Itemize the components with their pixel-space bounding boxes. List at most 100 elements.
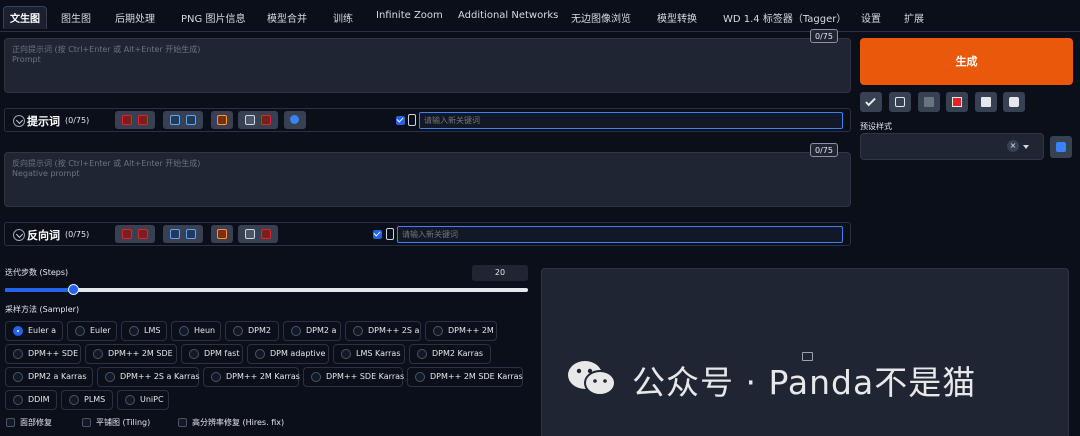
- tab-train[interactable]: 训练: [333, 10, 353, 25]
- sampler-option[interactable]: DPM++ SDE Karras: [303, 367, 404, 387]
- tiling-checkbox[interactable]: [82, 418, 91, 427]
- tab-extensions[interactable]: 扩展: [904, 10, 924, 25]
- copy-negative-tags-button[interactable]: [163, 225, 203, 243]
- radio-icon: [69, 395, 79, 405]
- sampler-option[interactable]: PLMS: [61, 390, 113, 410]
- prompt-placeholder-en: Prompt: [12, 55, 41, 64]
- output-gallery[interactable]: [541, 268, 1069, 436]
- radio-icon: [93, 349, 103, 359]
- negative-keyword-search-input[interactable]: [397, 226, 843, 243]
- sampler-option[interactable]: DPM++ SDE: [5, 344, 81, 364]
- styles-dropdown[interactable]: ×: [860, 133, 1044, 160]
- read-params-button[interactable]: [860, 92, 882, 112]
- favorite-tags-button[interactable]: [238, 111, 278, 129]
- tab-checkpoint-merger[interactable]: 模型合并: [267, 10, 307, 25]
- trash-button[interactable]: [918, 92, 940, 112]
- steps-number-input[interactable]: 20: [472, 265, 528, 281]
- radio-icon: [433, 326, 443, 336]
- tab-additional-networks[interactable]: Additional Networks: [458, 10, 558, 21]
- negative-prompt-placeholder-en: Negative prompt: [12, 169, 80, 178]
- radio-icon: [353, 326, 363, 336]
- hires-fix-label: 高分辨率修复 (Hires. fix): [192, 418, 285, 427]
- sampler-option[interactable]: DPM2 a: [283, 321, 341, 341]
- radio-icon: [417, 349, 427, 359]
- tab-infinite-zoom[interactable]: Infinite Zoom: [376, 10, 443, 21]
- steps-slider[interactable]: [5, 284, 528, 295]
- keyword-search-checkbox[interactable]: [396, 116, 405, 125]
- sampler-option[interactable]: Heun: [171, 321, 221, 341]
- prompt-textarea[interactable]: 正向提示词 (按 Ctrl+Enter 或 Alt+Enter 开始生成) Pr…: [4, 38, 851, 93]
- tab-img2img[interactable]: 图生图: [61, 10, 91, 25]
- chevron-down-icon[interactable]: [13, 115, 25, 127]
- tab-txt2img[interactable]: 文生图: [3, 6, 47, 29]
- tab-extras[interactable]: 后期处理: [115, 10, 155, 25]
- steps-slider-thumb[interactable]: [67, 284, 79, 295]
- radio-icon: [13, 372, 23, 382]
- sampler-option[interactable]: UniPC: [117, 390, 169, 410]
- save-style-button[interactable]: [1003, 92, 1025, 112]
- tab-tagger[interactable]: WD 1.4 标签器（Tagger）: [723, 10, 846, 25]
- show-extra-networks-button[interactable]: [946, 92, 968, 112]
- negative-history-button[interactable]: [211, 225, 233, 243]
- paste-button[interactable]: [889, 92, 911, 112]
- sampler-option[interactable]: DPM++ 2M Karras: [203, 367, 300, 387]
- radio-icon: [291, 326, 301, 336]
- check-icon: [865, 95, 876, 107]
- radio-icon: [13, 395, 23, 405]
- clear-icon[interactable]: ×: [1007, 140, 1019, 152]
- sampler-option[interactable]: DPM++ 2M SDE Karras: [407, 367, 523, 387]
- sampler-option[interactable]: LMS Karras: [333, 344, 405, 364]
- chevron-down-icon[interactable]: [13, 229, 25, 241]
- prompt-token-counter: 0/75: [810, 29, 838, 43]
- save-icon: [1009, 97, 1019, 107]
- prompt-placeholder: 正向提示词 (按 Ctrl+Enter 或 Alt+Enter 开始生成): [12, 45, 201, 54]
- negative-toolbar-count: (0/75): [65, 230, 90, 239]
- hires-fix-checkbox[interactable]: [178, 418, 187, 427]
- sampler-option[interactable]: DPM++ 2S a Karras: [97, 367, 200, 387]
- negative-prompt-textarea[interactable]: 反向提示词 (按 Ctrl+Enter 或 Alt+Enter 开始生成) Ne…: [4, 152, 851, 207]
- clear-tags-button[interactable]: [115, 111, 155, 129]
- sampler-label: 采样方法 (Sampler): [5, 305, 80, 314]
- translate-button[interactable]: [284, 111, 306, 129]
- sampler-option[interactable]: DPM++ 2M SDE: [85, 344, 177, 364]
- negative-keyword-search-checkbox[interactable]: [373, 230, 382, 239]
- sampler-option[interactable]: DDIM: [5, 390, 57, 410]
- history-icon: [217, 115, 227, 125]
- tab-model-converter[interactable]: 模型转换: [657, 10, 697, 25]
- sampler-option[interactable]: DPM++ 2S a: [345, 321, 421, 341]
- refresh-styles-button[interactable]: [1050, 136, 1072, 158]
- radio-icon: [211, 372, 221, 382]
- sampler-option[interactable]: DPM++ 2M: [425, 321, 497, 341]
- favorite-icon: [245, 229, 255, 239]
- generate-button[interactable]: 生成: [860, 38, 1073, 85]
- tab-image-browser[interactable]: 无边图像浏览: [571, 10, 631, 25]
- sampler-option[interactable]: Euler a: [5, 321, 63, 341]
- radio-icon: [75, 326, 85, 336]
- radio-icon: [125, 395, 135, 405]
- remove-icon: [261, 229, 271, 239]
- styles-label: 预设样式: [860, 122, 892, 131]
- apply-style-button[interactable]: [975, 92, 997, 112]
- tab-bar: 文生图 图生图 后期处理 PNG 图片信息 模型合并 训练 Infinite Z…: [0, 0, 1080, 32]
- sampler-option[interactable]: LMS: [121, 321, 167, 341]
- negative-favorite-button[interactable]: [238, 225, 278, 243]
- sampler-option[interactable]: DPM2 Karras: [409, 344, 491, 364]
- steps-slider-fill: [5, 288, 73, 292]
- restore-faces-checkbox[interactable]: [6, 418, 15, 427]
- copy-tags-button[interactable]: [163, 111, 203, 129]
- paste-icon: [186, 115, 196, 125]
- sampler-option[interactable]: DPM2 a Karras: [5, 367, 93, 387]
- sampler-option[interactable]: Euler: [67, 321, 117, 341]
- prompt-keyword-search-input[interactable]: [419, 112, 843, 129]
- history-button[interactable]: [211, 111, 233, 129]
- restore-faces-label: 面部修复: [20, 418, 52, 427]
- clear-negative-tags-button[interactable]: [115, 225, 155, 243]
- sampler-option[interactable]: DPM2: [225, 321, 279, 341]
- chevron-down-icon: [1023, 145, 1029, 149]
- tab-settings[interactable]: 设置: [861, 10, 881, 25]
- negative-prompt-placeholder: 反向提示词 (按 Ctrl+Enter 或 Alt+Enter 开始生成): [12, 159, 201, 168]
- tiling-label: 平铺图 (Tiling): [96, 418, 151, 427]
- tab-png-info[interactable]: PNG 图片信息: [181, 10, 245, 25]
- sampler-option[interactable]: DPM fast: [181, 344, 243, 364]
- sampler-option[interactable]: DPM adaptive: [247, 344, 329, 364]
